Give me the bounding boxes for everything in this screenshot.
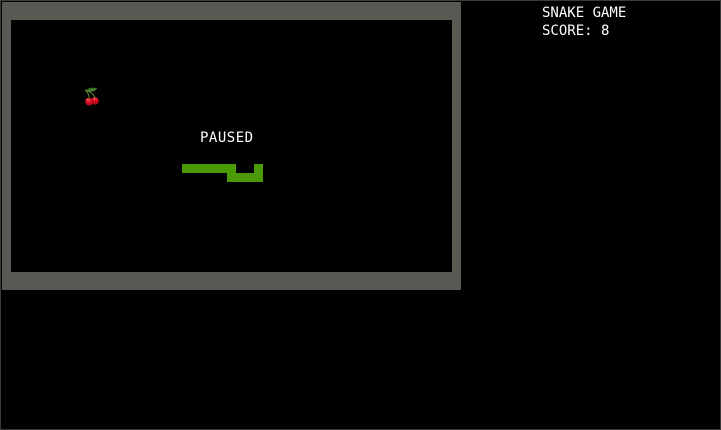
snake-segment (227, 164, 236, 173)
game-board[interactable]: 🍒 (11, 20, 452, 272)
game-title: SNAKE GAME (542, 5, 627, 21)
snake-segment (254, 173, 263, 182)
snake-segment (227, 173, 236, 182)
snake-segment (200, 164, 209, 173)
hud: SNAKE GAME SCORE: 8 (542, 4, 626, 40)
score-display: SCORE: 8 (542, 23, 610, 39)
snake-segment (191, 164, 200, 173)
cherry-icon: 🍒 (82, 87, 102, 106)
snake-head (254, 164, 263, 173)
snake-segment (218, 164, 227, 173)
snake-tail (182, 164, 191, 173)
snake-segment (236, 173, 245, 182)
snake-segment (209, 164, 218, 173)
snake-segment (245, 173, 254, 182)
paused-label: PAUSED (200, 130, 254, 146)
